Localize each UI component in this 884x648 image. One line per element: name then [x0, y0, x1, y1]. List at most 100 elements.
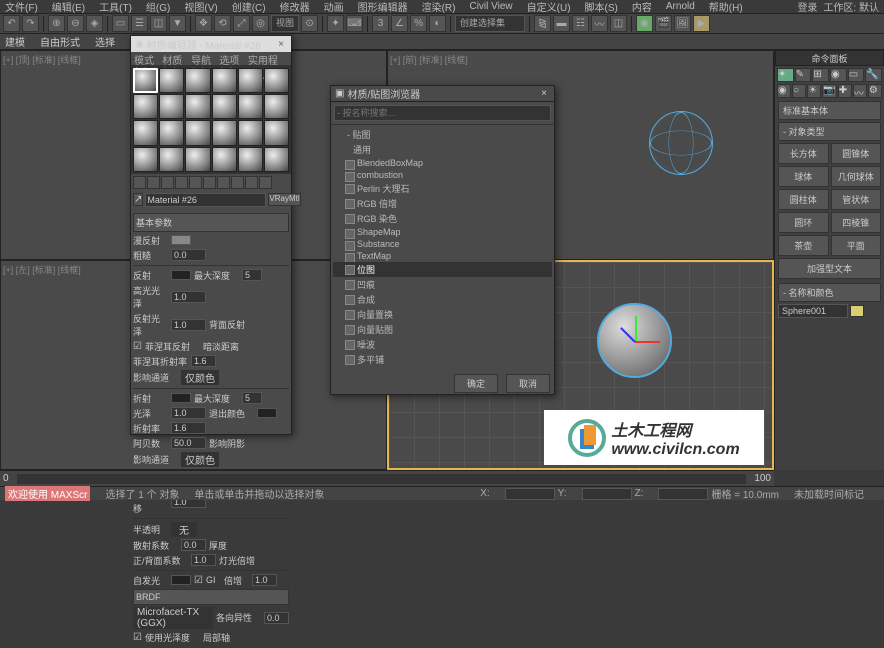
align-button[interactable]: ▬ [553, 15, 570, 32]
tree-item[interactable]: 噪波 [333, 337, 552, 352]
tree-item[interactable]: 向量贴图 [333, 322, 552, 337]
menu-file[interactable]: 文件(F) [5, 0, 38, 14]
cone-button[interactable]: 圆锥体 [831, 143, 882, 164]
rotate-button[interactable]: ⟲ [214, 15, 231, 32]
tree-item-bitmap[interactable]: 位图 [333, 262, 552, 277]
teapot-button[interactable]: 茶壶 [778, 235, 829, 256]
sphere-button[interactable]: 球体 [778, 166, 829, 187]
tree-item[interactable]: 大理石 [333, 367, 552, 370]
material-type-button[interactable]: VRayMtl [268, 193, 300, 206]
maxdepth-input[interactable] [242, 269, 262, 281]
cameras-tab[interactable]: 📷 [822, 84, 836, 98]
helpers-tab[interactable]: ✚ [838, 84, 852, 98]
tree-item[interactable]: 多平铺 [333, 352, 552, 367]
material-slot[interactable] [159, 94, 184, 119]
menu-arnold[interactable]: Arnold [666, 1, 695, 12]
rglossy-input[interactable] [171, 319, 206, 331]
material-slot[interactable] [264, 120, 289, 145]
spacewarps-tab[interactable]: 〰 [853, 84, 867, 98]
tree-item[interactable]: 合成 [333, 292, 552, 307]
rough-input[interactable] [171, 249, 206, 261]
menu-group[interactable]: 组(G) [146, 0, 170, 14]
signin-link[interactable]: 登录 [797, 0, 817, 14]
material-slot[interactable] [238, 147, 263, 172]
unlink-button[interactable]: ⊖ [67, 15, 84, 32]
workspace-dropdown[interactable]: 工作区: 默认 [823, 0, 879, 14]
viewport-label[interactable]: [+] [顶] [标准] [线框] [3, 53, 81, 66]
display-tab[interactable]: ▭ [848, 68, 865, 82]
viewport-label[interactable]: [+] [前] [标准] [线框] [390, 53, 468, 66]
menu-tools[interactable]: 工具(T) [99, 0, 132, 14]
material-slot[interactable] [159, 120, 184, 145]
matmenu-material[interactable]: 材质(M) [162, 52, 183, 65]
textplus-button[interactable]: 加强型文本 [778, 258, 881, 279]
browser-search-input[interactable] [334, 105, 551, 121]
ribbon-tab-freeform[interactable]: 自由形式 [40, 34, 80, 49]
torus-button[interactable]: 圆环 [778, 212, 829, 233]
tree-item[interactable]: combustion [333, 169, 552, 181]
tree-item[interactable]: Perlin 大理石 [333, 181, 552, 196]
utilities-tab[interactable]: 🔧 [865, 68, 882, 82]
put-to-library-button[interactable] [217, 176, 230, 189]
selfillum-swatch[interactable] [171, 575, 191, 585]
cylinder-button[interactable]: 圆柱体 [778, 189, 829, 210]
material-slot[interactable] [238, 94, 263, 119]
show-end-result-button[interactable] [259, 176, 272, 189]
select-filter-button[interactable]: ▼ [169, 15, 186, 32]
pick-from-object-button[interactable]: ↗ [133, 193, 143, 206]
ribbon-tab-modeling[interactable]: 建模 [5, 34, 25, 49]
gizmo-x-axis[interactable] [635, 341, 660, 343]
tree-item[interactable]: RGB 倍增 [333, 196, 552, 211]
material-slot[interactable] [133, 120, 158, 145]
render-frame-button[interactable]: 🖼 [674, 15, 691, 32]
material-slot[interactable] [185, 120, 210, 145]
render-setup-button[interactable]: 🎬 [655, 15, 672, 32]
transform-gizmo[interactable] [620, 326, 650, 356]
refract-swatch[interactable] [171, 393, 191, 403]
pivot-button[interactable]: ⊙ [301, 15, 318, 32]
geosphere-button[interactable]: 几何球体 [831, 166, 882, 187]
show-map-button[interactable] [245, 176, 258, 189]
tree-item[interactable]: 向量置换 [333, 307, 552, 322]
x-input[interactable] [505, 488, 555, 500]
material-slot[interactable] [238, 120, 263, 145]
material-slot[interactable] [133, 147, 158, 172]
material-slot[interactable] [212, 68, 237, 93]
material-slot[interactable] [133, 68, 158, 93]
object-name-input[interactable] [778, 304, 848, 318]
bind-button[interactable]: ◈ [86, 15, 103, 32]
keyboard-button[interactable]: ⌨ [346, 15, 363, 32]
menu-create[interactable]: 创建(C) [232, 0, 266, 14]
box-button[interactable]: 长方体 [778, 143, 829, 164]
timeline[interactable]: 0 100 [0, 470, 774, 486]
material-slot[interactable] [238, 68, 263, 93]
material-slot[interactable] [185, 94, 210, 119]
mirror-button[interactable]: ⧎ [534, 15, 551, 32]
shapes-tab[interactable]: ○ [792, 84, 806, 98]
material-slot[interactable] [212, 147, 237, 172]
scale-button[interactable]: ⤢ [233, 15, 250, 32]
make-unique-button[interactable] [203, 176, 216, 189]
objecttype-rollout[interactable]: - 对象类型 [778, 122, 881, 141]
schematic-button[interactable]: ◫ [610, 15, 627, 32]
trans-dropdown[interactable]: 无 [171, 522, 197, 537]
manipulate-button[interactable]: ✦ [327, 15, 344, 32]
menu-animation[interactable]: 动画 [324, 0, 344, 14]
link-button[interactable]: ⊕ [48, 15, 65, 32]
menu-script[interactable]: 脚本(S) [585, 0, 618, 14]
basic-params-rollout[interactable]: 基本参数 [133, 213, 289, 232]
snap-button[interactable]: 3 [372, 15, 389, 32]
put-to-scene-button[interactable] [147, 176, 160, 189]
plane-button[interactable]: 平面 [831, 235, 882, 256]
redo-button[interactable]: ↷ [22, 15, 39, 32]
percentsnap-button[interactable]: % [410, 15, 427, 32]
curve-editor-button[interactable]: 〰 [591, 15, 608, 32]
material-slot[interactable] [212, 94, 237, 119]
menu-modifiers[interactable]: 修改器 [280, 0, 310, 14]
timeline-track[interactable] [17, 474, 747, 484]
undo-button[interactable]: ↶ [3, 15, 20, 32]
viewport-label[interactable]: [+] [左] [标准] [线框] [3, 263, 81, 276]
sphere-object[interactable] [597, 303, 672, 378]
abbe-input[interactable] [171, 437, 206, 449]
tree-item[interactable]: BlendedBoxMap [333, 157, 552, 169]
